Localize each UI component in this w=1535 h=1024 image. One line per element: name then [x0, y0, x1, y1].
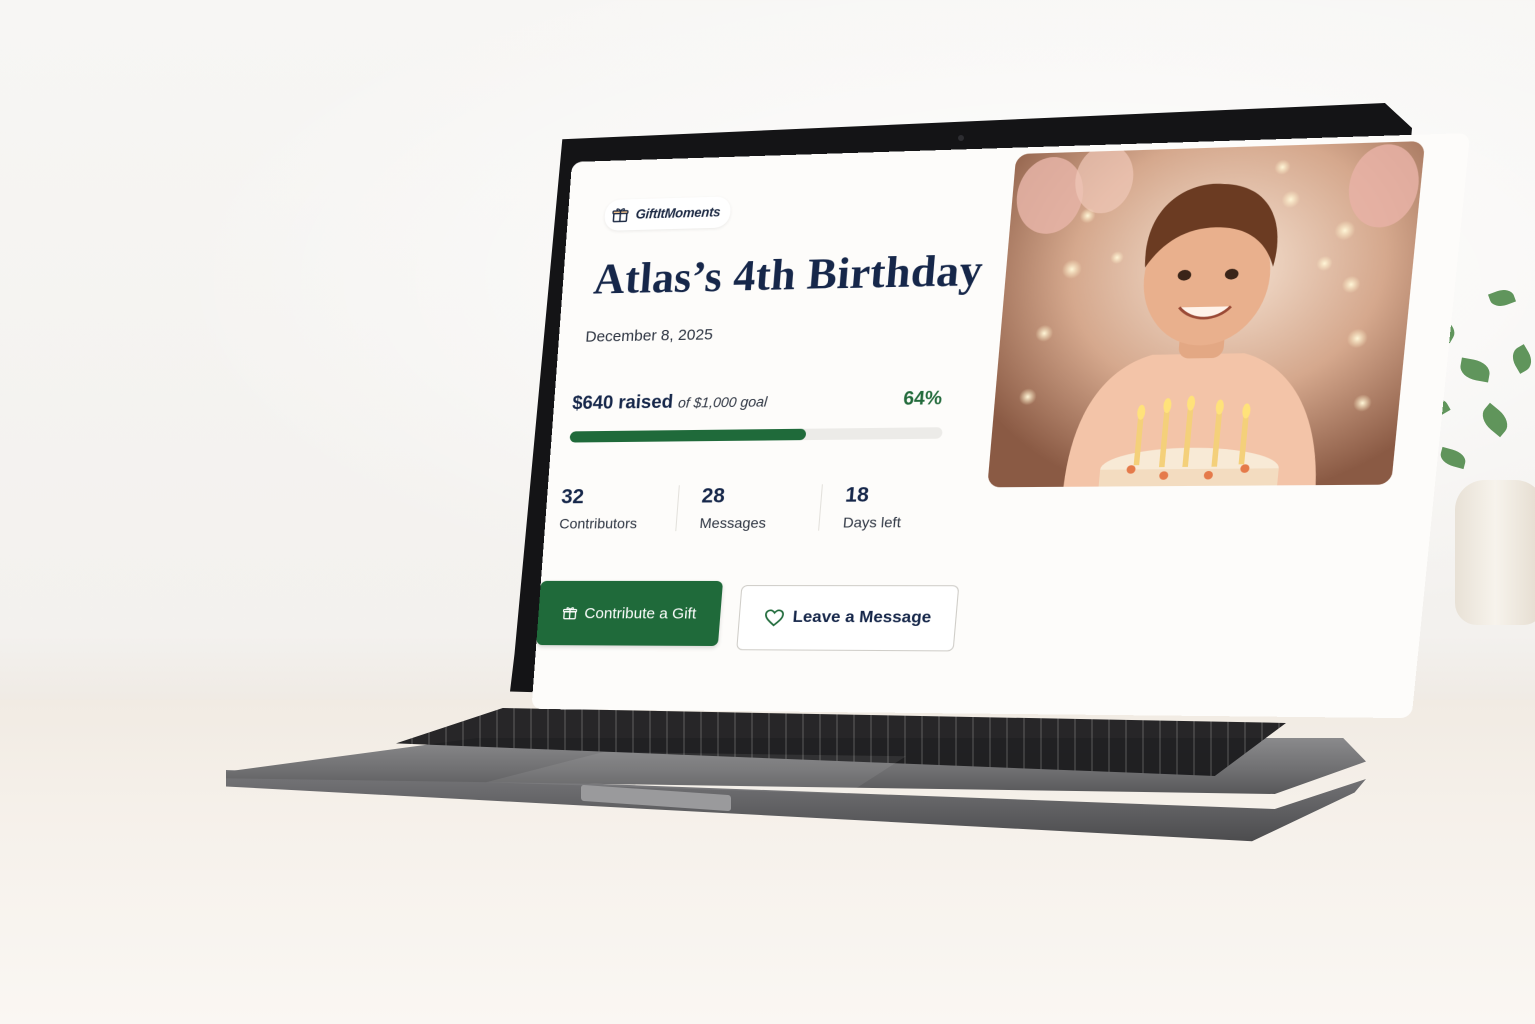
- leave-message-button[interactable]: Leave a Message: [736, 585, 959, 651]
- gift-page: GiftItMoments Atlas’s 4th Birthday Decem…: [531, 133, 1470, 718]
- brand-logo[interactable]: GiftItMoments: [604, 196, 732, 231]
- child-with-cake-image: [987, 141, 1425, 487]
- stat-value: 18: [844, 483, 968, 508]
- progress-bar-fill: [569, 429, 806, 443]
- stat-messages: 28 Messages: [675, 484, 822, 531]
- raised-summary: $640 raised of $1,000 goal: [572, 390, 769, 414]
- goal-text: of $1,000 goal: [677, 394, 767, 411]
- birthday-photo: [987, 141, 1425, 487]
- stat-days-left: 18 Days left: [818, 483, 968, 530]
- laptop-screen: GiftItMoments Atlas’s 4th Birthday Decem…: [528, 138, 1388, 728]
- progress-percent: 64%: [902, 388, 943, 410]
- stat-label: Days left: [842, 514, 965, 531]
- stat-value: 32: [560, 485, 678, 509]
- plant-leaf: [1477, 403, 1513, 438]
- vase: [1455, 480, 1535, 625]
- contribute-gift-label: Contribute a Gift: [584, 605, 697, 623]
- progress-bar: [569, 427, 942, 442]
- plant-leaf: [1488, 286, 1516, 309]
- event-date: December 8, 2025: [585, 326, 714, 346]
- contribute-gift-button[interactable]: Contribute a Gift: [536, 581, 723, 646]
- stat-label: Contributors: [559, 515, 677, 532]
- leave-message-label: Leave a Message: [792, 609, 932, 628]
- page-title: Atlas’s 4th Birthday: [592, 246, 985, 305]
- plant-leaf: [1508, 344, 1535, 374]
- gift-icon: [562, 605, 579, 621]
- stat-value: 28: [701, 484, 822, 508]
- brand-name: GiftItMoments: [635, 205, 721, 222]
- plant-leaf: [1438, 447, 1467, 469]
- stats-row: 32 Contributors 28 Messages 18 Days left: [553, 483, 968, 531]
- raised-amount: $640 raised: [572, 391, 674, 413]
- plant-leaf: [1458, 358, 1491, 383]
- stat-label: Messages: [699, 514, 819, 531]
- stat-contributors: 32 Contributors: [553, 485, 679, 531]
- heart-icon: [763, 609, 785, 627]
- gift-icon: [610, 205, 630, 224]
